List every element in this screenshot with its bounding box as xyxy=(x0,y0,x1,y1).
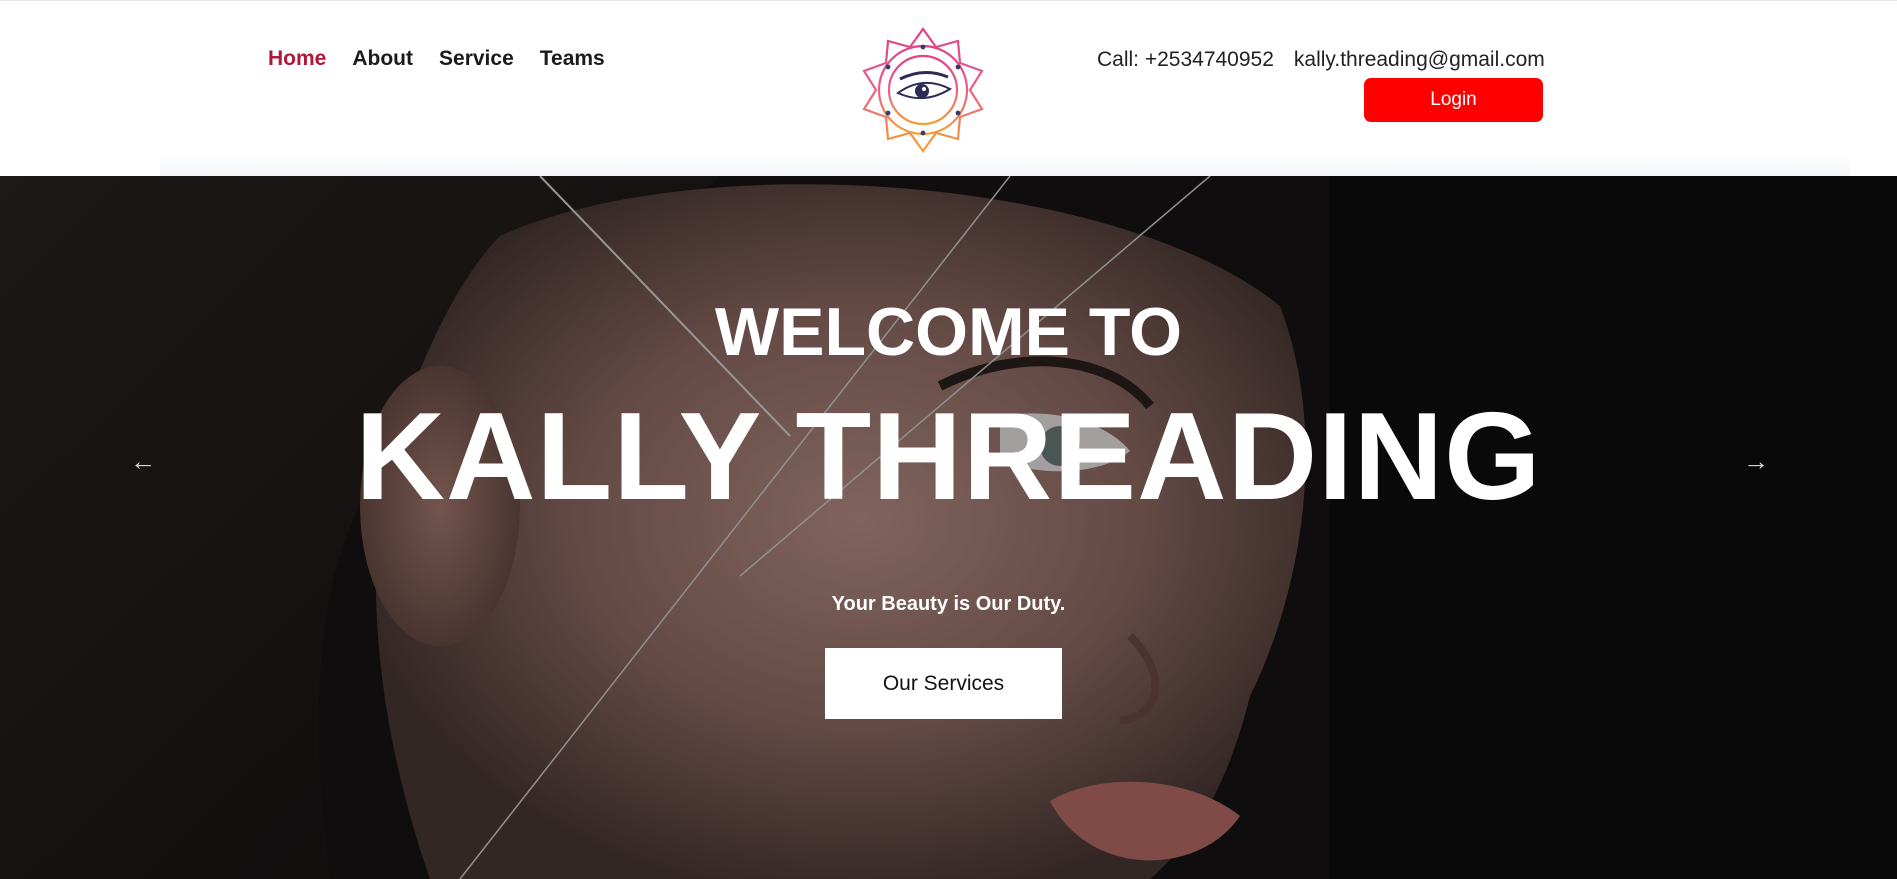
login-button[interactable]: Login xyxy=(1364,78,1543,122)
nav-about-link[interactable]: About xyxy=(352,47,413,71)
nav-service-link[interactable]: Service xyxy=(439,47,514,71)
nav-teams-link[interactable]: Teams xyxy=(540,47,605,71)
nav-home-link[interactable]: Home xyxy=(268,47,326,71)
eye-mandala-logo-icon xyxy=(862,27,984,153)
hero-brand-title: KALLY THREADING xyxy=(355,388,1542,526)
site-header: Home About Service Teams Call: +25347409… xyxy=(0,0,1897,177)
main-nav: Home About Service Teams xyxy=(268,47,605,71)
phone-number[interactable]: Call: +2534740952 xyxy=(1097,48,1274,72)
hero-tagline: Your Beauty is Our Duty. xyxy=(831,593,1066,615)
header-divider xyxy=(160,155,1850,177)
hero-welcome-text: WELCOME TO xyxy=(714,294,1183,370)
site-logo[interactable] xyxy=(858,27,988,153)
our-services-button[interactable]: Our Services xyxy=(825,648,1062,719)
hero-slider: ← → WELCOME TO KALLY THREADING Your Beau… xyxy=(0,176,1897,879)
email-address[interactable]: kally.threading@gmail.com xyxy=(1294,48,1545,72)
contact-info: Call: +2534740952 kally.threading@gmail.… xyxy=(1097,48,1545,72)
